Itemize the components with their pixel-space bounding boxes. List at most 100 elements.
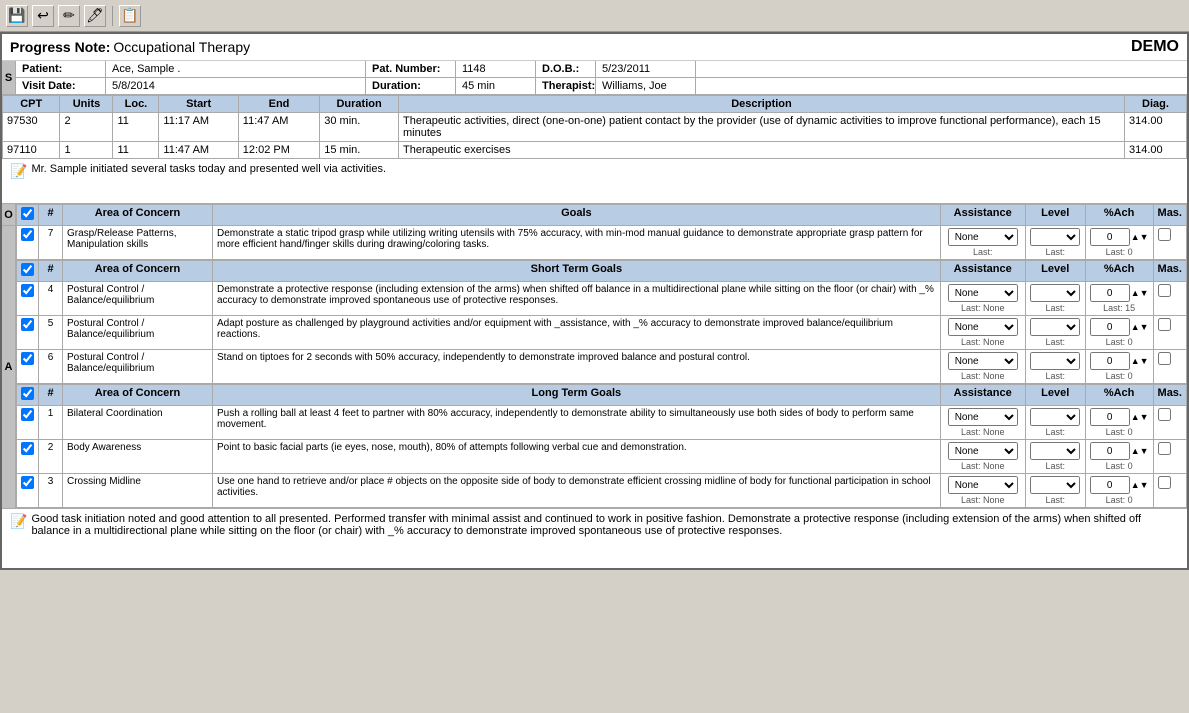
lt-level-last: Last: (1045, 247, 1065, 257)
row-level-last: Last: (1045, 371, 1065, 381)
st-num-th: # (39, 261, 63, 282)
lt-pct-th: %Ach (1085, 385, 1153, 406)
lt-pct-input[interactable] (1090, 228, 1130, 246)
row-checkbox[interactable] (21, 408, 34, 421)
row-assist-select[interactable]: NoneMinModMaxTotal (948, 284, 1018, 302)
bottom-notes-text: Good task initiation noted and good atte… (31, 513, 1141, 537)
row-level-select[interactable] (1030, 318, 1080, 336)
bottom-notes-icon: 📝 (10, 513, 27, 530)
row-mas-checkbox[interactable] (1158, 352, 1171, 365)
short-term-table: # Area of Concern Short Term Goals Assis… (16, 260, 1187, 384)
dob-label: D.O.B.: (536, 61, 596, 77)
row-pct-last: Last: 0 (1106, 427, 1133, 437)
print-button[interactable]: 📋 (119, 5, 141, 27)
row-mas-checkbox[interactable] (1158, 442, 1171, 455)
demo-badge: DEMO (1131, 38, 1179, 56)
patient-details: Patient: Ace, Sample . Pat. Number: 1148… (16, 61, 1187, 94)
row-checkbox[interactable] (21, 318, 34, 331)
row-level-select[interactable] (1030, 476, 1080, 494)
row-pct-arrows: ▲▼ (1131, 480, 1149, 490)
oa-labels: O A (2, 204, 16, 508)
row-pct-input[interactable] (1090, 408, 1130, 426)
s-label: S (2, 61, 16, 94)
lt-pct-arrows: ▲▼ (1131, 232, 1149, 242)
cpt-header-description: Description (398, 96, 1124, 113)
row-pct-input[interactable] (1090, 476, 1130, 494)
row-level-cell: Last: (1025, 282, 1085, 316)
row-mas-cell (1153, 474, 1186, 508)
row-pct-input[interactable] (1090, 442, 1130, 460)
row-level-select[interactable] (1030, 352, 1080, 370)
patient-name: Ace, Sample . (106, 61, 366, 77)
patient-info-section: S Patient: Ace, Sample . Pat. Number: 11… (2, 61, 1187, 95)
a-label: A (2, 226, 16, 508)
row-assist-select[interactable]: NoneMinModMaxTotal (948, 476, 1018, 494)
lt-assistance-select[interactable]: NoneMinModMaxTotal (948, 228, 1018, 246)
lt-mas-checkbox[interactable] (1158, 228, 1171, 241)
cpt-cell-cpt: 97530 (3, 113, 60, 142)
row-assist-select[interactable]: NoneMinModMaxTotal (948, 352, 1018, 370)
patient-row-1: Patient: Ace, Sample . Pat. Number: 1148… (16, 61, 1187, 78)
row-checkbox[interactable] (21, 284, 34, 297)
row-level-cell: Last: (1025, 406, 1085, 440)
row-mas-cell (1153, 350, 1186, 384)
row-checkbox[interactable] (21, 352, 34, 365)
goals-header-table: # Area of Concern Goals Assistance Level… (16, 204, 1187, 260)
cpt-header-units: Units (60, 96, 113, 113)
cpt-cell-start: 11:47 AM (159, 142, 238, 159)
row-check-cell (17, 350, 39, 384)
row-assist-last: Last: None (961, 461, 1005, 471)
visit-date-label: Visit Date: (16, 78, 106, 94)
row-pct-arrows: ▲▼ (1131, 322, 1149, 332)
cpt-cell-start: 11:17 AM (159, 113, 238, 142)
row-assist-last: Last: None (961, 427, 1005, 437)
row-pct-arrows: ▲▼ (1131, 446, 1149, 456)
st-header-checkbox[interactable] (21, 263, 34, 276)
row-assist-select[interactable]: NoneMinModMaxTotal (948, 318, 1018, 336)
row-mas-checkbox[interactable] (1158, 476, 1171, 489)
row-mas-checkbox[interactable] (1158, 284, 1171, 297)
row-level-last: Last: (1045, 495, 1065, 505)
row-pct-input[interactable] (1090, 318, 1130, 336)
cpt-cell-duration: 15 min. (320, 142, 399, 159)
header-checkbox[interactable] (21, 207, 34, 220)
row-check-cell (17, 316, 39, 350)
lt-header-checkbox-2[interactable] (21, 387, 34, 400)
row-assist-cell: NoneMinModMaxTotalLast: None (940, 316, 1025, 350)
cpt-cell-end: 12:02 PM (238, 142, 319, 159)
row-level-select[interactable] (1030, 442, 1080, 460)
progress-note-header: Progress Note: Occupational Therapy DEMO (2, 34, 1187, 61)
row-checkbox[interactable] (21, 442, 34, 455)
row-level-select[interactable] (1030, 408, 1080, 426)
dob-value: 5/23/2011 (596, 61, 696, 77)
row-pct-cell: ▲▼Last: 0 (1085, 350, 1153, 384)
cpt-cell-loc: 11 (113, 142, 159, 159)
cpt-header-cpt: CPT (3, 96, 60, 113)
row-goal-text: Use one hand to retrieve and/or place # … (213, 474, 941, 508)
therapist-label: Therapist: (536, 78, 596, 94)
edit-button[interactable]: ✏ (58, 5, 80, 27)
row-pct-last: Last: 0 (1106, 495, 1133, 505)
row-mas-checkbox[interactable] (1158, 318, 1171, 331)
row-pct-input[interactable] (1090, 352, 1130, 370)
row-goal-text: Stand on tiptoes for 2 seconds with 50% … (213, 350, 941, 384)
row-area: Body Awareness (63, 440, 213, 474)
lt-row-checkbox[interactable] (21, 228, 34, 241)
lt-level-select[interactable] (1030, 228, 1080, 246)
row-check-cell (17, 282, 39, 316)
back-button[interactable]: ↩ (32, 5, 54, 27)
row-area: Postural Control / Balance/equilibrium (63, 316, 213, 350)
main-container: Progress Note: Occupational Therapy DEMO… (0, 32, 1189, 570)
row-checkbox[interactable] (21, 476, 34, 489)
st-level-th: Level (1025, 261, 1085, 282)
st-goals-th: Short Term Goals (213, 261, 941, 282)
row-mas-checkbox[interactable] (1158, 408, 1171, 421)
cpt-cell-diag: 314.00 (1125, 113, 1187, 142)
row-assist-select[interactable]: NoneMinModMaxTotal (948, 442, 1018, 460)
row-pct-input[interactable] (1090, 284, 1130, 302)
pen-button[interactable]: 🖊 (84, 5, 106, 27)
save-button[interactable]: 💾 (6, 5, 28, 27)
row-assist-select[interactable]: NoneMinModMaxTotal (948, 408, 1018, 426)
row-level-select[interactable] (1030, 284, 1080, 302)
cpt-cell-duration: 30 min. (320, 113, 399, 142)
